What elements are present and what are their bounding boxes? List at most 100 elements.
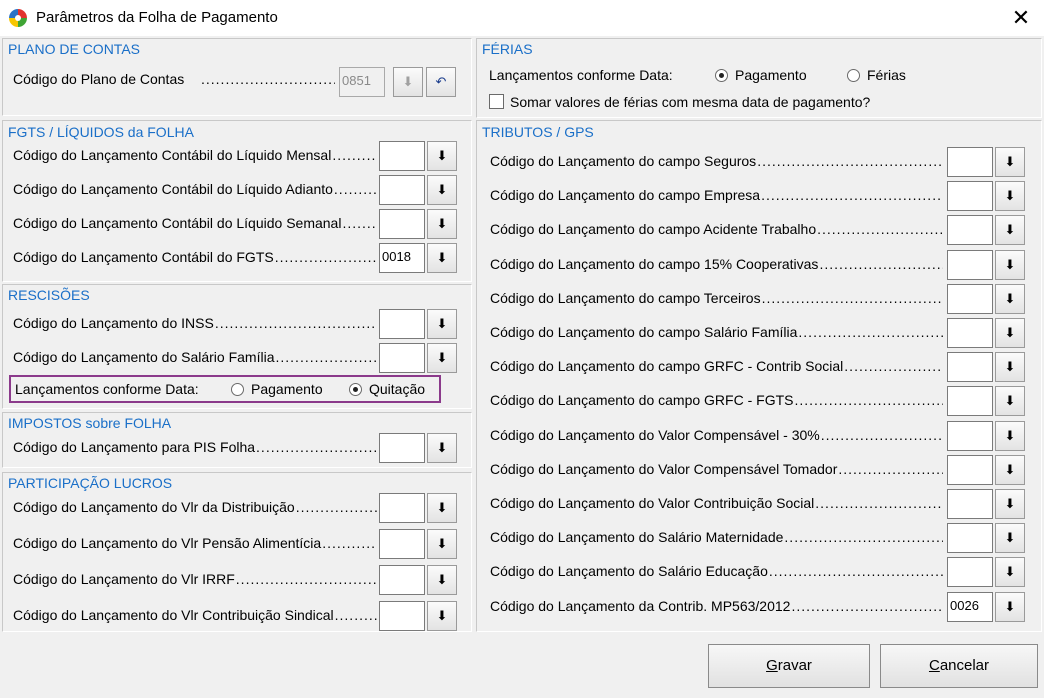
download-arrow-icon[interactable]: ⬇ — [427, 529, 457, 559]
download-arrow-icon[interactable]: ⬇ — [427, 141, 457, 171]
download-arrow-icon[interactable]: ⬇ — [995, 557, 1025, 588]
leader-dots: ........................................… — [757, 153, 943, 169]
participacao-code-field[interactable] — [379, 493, 425, 523]
fgts-code-field[interactable] — [379, 209, 425, 239]
radio-ferias-pagamento[interactable] — [715, 69, 728, 82]
download-arrow-icon[interactable]: ⬇ — [995, 249, 1025, 280]
rescisoes-date-label: Lançamentos conforme Data: — [15, 381, 199, 397]
tributos-heading: TRIBUTOS / GPS — [482, 124, 594, 140]
download-arrow-icon[interactable]: ⬇ — [995, 352, 1025, 383]
tributos-label: Código do Lançamento do campo Seguros — [490, 153, 757, 169]
undo-icon[interactable]: ↶ — [426, 67, 456, 97]
rescisoes-label: Código do Lançamento do INSS — [13, 315, 214, 331]
radio-pagamento[interactable] — [231, 383, 244, 396]
download-arrow-icon[interactable]: ⬇ — [995, 215, 1025, 246]
tributos-label: Código do Lançamento do Valor Compensáve… — [490, 460, 838, 477]
plano-field[interactable]: 0851 — [339, 67, 385, 97]
fgts-code-field[interactable]: 0018 — [379, 243, 425, 273]
tributos-code-field[interactable] — [947, 420, 993, 451]
participacao-code-field[interactable] — [379, 529, 425, 559]
download-arrow-icon[interactable]: ⬇ — [427, 209, 457, 239]
tributos-code-field[interactable] — [947, 489, 993, 519]
tributos-label: Código do Lançamento do Salário Educação — [490, 563, 768, 580]
participacao-code-field[interactable] — [379, 565, 425, 595]
tributos-code-field[interactable] — [947, 181, 993, 212]
download-arrow-icon[interactable]: ⬇ — [995, 318, 1025, 348]
ferias-heading: FÉRIAS — [482, 41, 533, 57]
rescisoes-label: Código do Lançamento do Salário Família — [13, 349, 275, 365]
gravar-button[interactable]: Gravar — [708, 644, 870, 688]
window-title: Parâmetros da Folha de Pagamento — [36, 9, 278, 26]
rescisoes-heading: RESCISÕES — [8, 287, 90, 303]
tributos-code-field[interactable] — [947, 147, 993, 177]
fgts-code-field[interactable] — [379, 141, 425, 171]
tributos-code-field[interactable] — [947, 386, 993, 417]
download-arrow-icon[interactable]: ⬇ — [995, 420, 1025, 451]
somar-ferias-checkbox[interactable] — [489, 94, 504, 109]
tributos-code-field[interactable]: 0026 — [947, 591, 993, 622]
download-arrow-icon[interactable]: ⬇ — [427, 309, 457, 339]
rescisoes-code-field[interactable] — [379, 309, 425, 339]
download-arrow-icon[interactable]: ⬇ — [427, 433, 457, 463]
participacao-panel: PARTICIPAÇÃO LUCROS Código do Lançamento… — [2, 472, 472, 632]
impostos-panel: IMPOSTOS sobre FOLHA Código do Lançament… — [2, 412, 472, 468]
plano-panel: PLANO DE CONTAS Código do Plano de Conta… — [2, 38, 472, 116]
plano-label: Código do Plano de Contas — [13, 71, 185, 87]
impostos-label: Código do Lançamento para PIS Folha — [13, 439, 256, 455]
tributos-code-field[interactable] — [947, 454, 993, 485]
leader-dots: ........................................… — [274, 249, 377, 265]
close-icon[interactable]: ✕ — [998, 0, 1044, 36]
download-arrow-icon[interactable]: ⬇ — [995, 454, 1025, 485]
leader-dots: ........................................… — [761, 187, 943, 204]
tributos-code-field[interactable] — [947, 557, 993, 588]
participacao-label: Código do Lançamento do Vlr Pensão Alime… — [13, 535, 322, 551]
tributos-code-field[interactable] — [947, 283, 993, 314]
tributos-code-field[interactable] — [947, 352, 993, 383]
leader-dots: ........................................… — [332, 147, 377, 163]
tributos-code-field[interactable] — [947, 249, 993, 280]
tributos-label: Código do Lançamento do Salário Maternid… — [490, 529, 784, 546]
leader-dots: ........................................… — [817, 221, 943, 238]
download-arrow-icon[interactable]: ⬇ — [995, 591, 1025, 622]
tributos-label: Código do Lançamento do campo GRFC - FGT… — [490, 392, 794, 409]
leader-dots: ........................................… — [275, 349, 378, 365]
download-arrow-icon[interactable]: ⬇ — [995, 181, 1025, 212]
download-arrow-icon[interactable]: ⬇ — [995, 523, 1025, 554]
leader-dots: ........................................… — [798, 324, 943, 340]
tributos-label: Código do Lançamento do campo Acidente T… — [490, 221, 817, 238]
leader-dots: ........................................… — [768, 563, 943, 580]
tributos-code-field[interactable] — [947, 318, 993, 348]
leader-dots: ........................................… — [256, 439, 377, 455]
download-arrow-icon[interactable]: ⬇ — [995, 147, 1025, 177]
tributos-label: Código do Lançamento do campo Terceiros — [490, 289, 761, 306]
leader-dots: ........................................… — [815, 495, 943, 511]
cancelar-button[interactable]: Cancelar — [880, 644, 1038, 688]
radio-quitacao[interactable] — [349, 383, 362, 396]
radio-ferias[interactable] — [847, 69, 860, 82]
ferias-panel: FÉRIAS Lançamentos conforme Data: Pagame… — [476, 38, 1042, 118]
download-arrow-icon[interactable]: ⬇ — [427, 243, 457, 273]
fgts-code-field[interactable] — [379, 175, 425, 205]
participacao-heading: PARTICIPAÇÃO LUCROS — [8, 475, 173, 491]
download-arrow-icon[interactable]: ⬇ — [427, 601, 457, 631]
fgts-label: Código do Lançamento Contábil do Líquido… — [13, 147, 332, 163]
tributos-code-field[interactable] — [947, 523, 993, 554]
download-arrow-icon[interactable]: ⬇ — [393, 67, 423, 97]
title-bar: Parâmetros da Folha de Pagamento ✕ — [0, 0, 1044, 36]
download-arrow-icon[interactable]: ⬇ — [995, 283, 1025, 314]
download-arrow-icon[interactable]: ⬇ — [995, 489, 1025, 519]
download-arrow-icon[interactable]: ⬇ — [427, 175, 457, 205]
download-arrow-icon[interactable]: ⬇ — [995, 386, 1025, 417]
fgts-panel: FGTS / LÍQUIDOS da FOLHA Código do Lança… — [2, 120, 472, 282]
rescisoes-code-field[interactable] — [379, 343, 425, 373]
participacao-label: Código do Lançamento do Vlr Contribuição… — [13, 607, 334, 623]
tributos-label: Código do Lançamento do campo 15% Cooper… — [490, 255, 819, 272]
participacao-code-field[interactable] — [379, 601, 425, 631]
download-arrow-icon[interactable]: ⬇ — [427, 343, 457, 373]
leader-dots: ........................................… — [295, 499, 377, 515]
download-arrow-icon[interactable]: ⬇ — [427, 565, 457, 595]
impostos-code-field[interactable] — [379, 433, 425, 463]
download-arrow-icon[interactable]: ⬇ — [427, 493, 457, 523]
leader-dots: ........................................… — [784, 529, 943, 546]
tributos-code-field[interactable] — [947, 215, 993, 246]
